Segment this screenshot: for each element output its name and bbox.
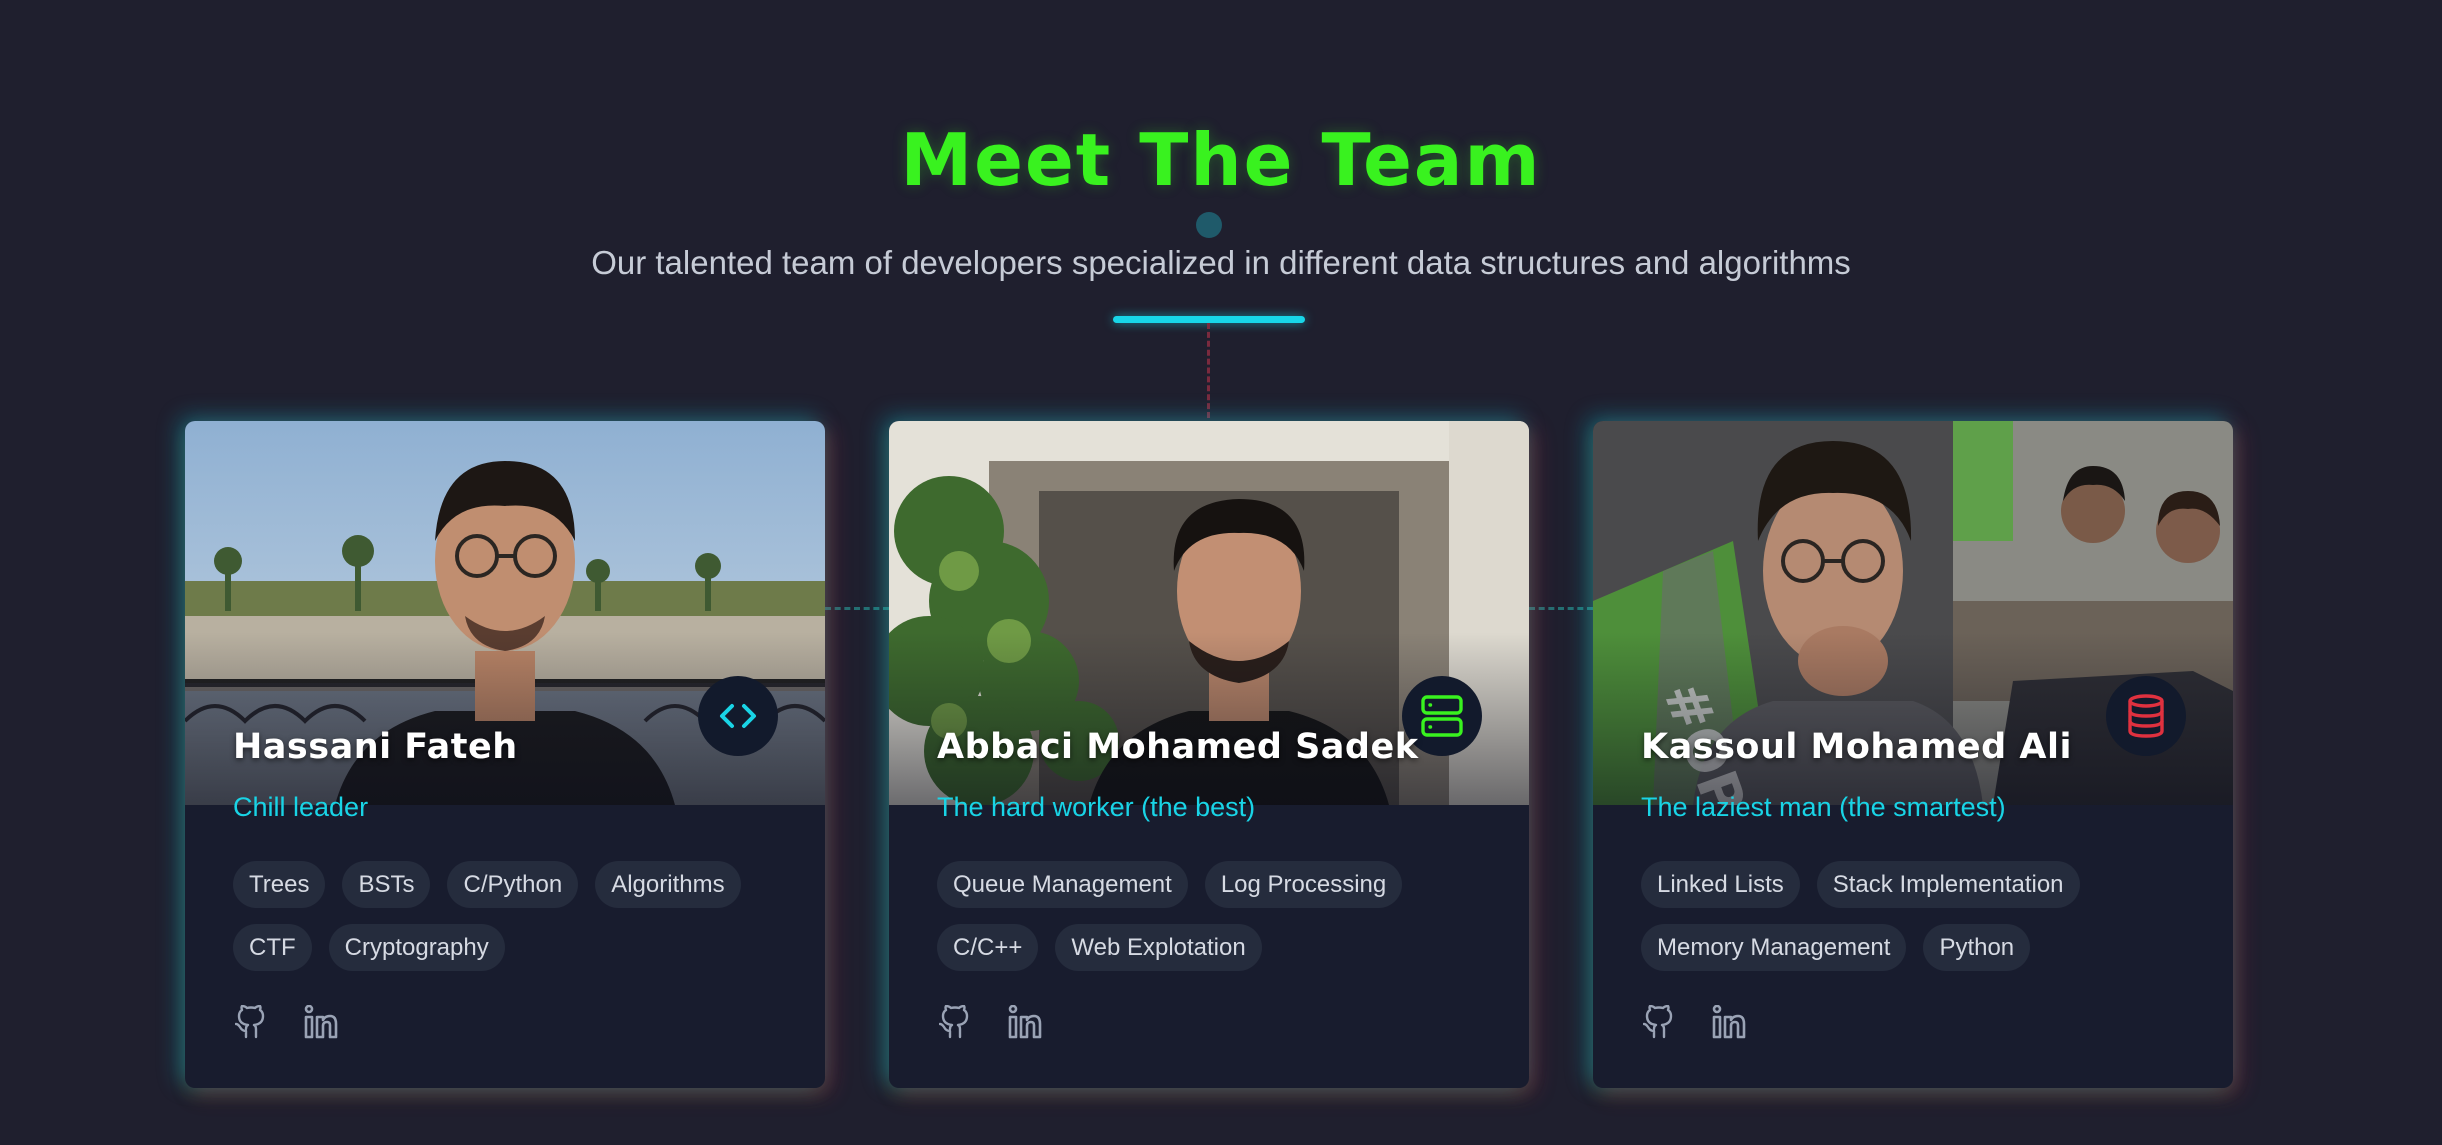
connector-line-right: [1529, 607, 1593, 610]
skill-tag: Memory Management: [1641, 924, 1907, 971]
skill-tag: Linked Lists: [1641, 861, 1800, 908]
member-photo: #OPEN Kassoul Mohamed Ali: [1593, 421, 2233, 805]
linkedin-icon: [1008, 1005, 1042, 1039]
member-photo: Abbaci Mohamed Sadek: [889, 421, 1529, 805]
decorative-dot: [1196, 212, 1222, 238]
linkedin-link[interactable]: [303, 1004, 339, 1040]
badge-database: [2106, 676, 2186, 756]
skill-tags: Linked Lists Stack Implementation Memory…: [1641, 861, 2201, 971]
github-icon: [1643, 1005, 1673, 1039]
skill-tags: Queue Management Log Processing C/C++ We…: [937, 861, 1497, 971]
team-section: Meet The Team Our talented team of devel…: [0, 0, 2442, 1145]
linkedin-icon: [304, 1005, 338, 1039]
skill-tags: Trees BSTs C/Python Algorithms CTF Crypt…: [233, 861, 793, 971]
team-card-abbaci: Abbaci Mohamed Sadek The hard worker (th…: [889, 421, 1529, 1088]
team-card-hassani: Hassani Fateh Chill leader Trees BSTs C/…: [185, 421, 825, 1088]
skill-tag: Stack Implementation: [1816, 861, 2080, 908]
member-photo: Hassani Fateh: [185, 421, 825, 805]
skill-tag: C/C++: [937, 924, 1039, 971]
github-icon: [235, 1005, 265, 1039]
skill-tag: Cryptography: [328, 924, 505, 971]
social-links: [937, 1004, 1043, 1040]
member-role: The hard worker (the best): [937, 792, 1256, 822]
page-subtitle: Our talented team of developers speciali…: [591, 244, 1851, 281]
skill-tag: C/Python: [447, 861, 579, 908]
code-icon: [720, 704, 756, 728]
skill-tag: BSTs: [342, 861, 431, 908]
database-icon: [2128, 694, 2164, 738]
skill-tag: Log Processing: [1204, 861, 1403, 908]
skill-tag: Trees: [233, 861, 326, 908]
title-underline: [1113, 316, 1305, 323]
member-name: Kassoul Mohamed Ali: [1641, 727, 2072, 767]
page-title: Meet The Team: [900, 118, 1542, 202]
linkedin-link[interactable]: [1007, 1004, 1043, 1040]
skill-tag: Queue Management: [937, 861, 1188, 908]
skill-tag: Web Explotation: [1055, 924, 1262, 971]
skill-tag: Algorithms: [595, 861, 741, 908]
linkedin-link[interactable]: [1711, 1004, 1747, 1040]
github-icon: [939, 1005, 969, 1039]
server-icon: [1421, 695, 1463, 737]
badge-code: [698, 676, 778, 756]
skill-tag: Python: [1923, 924, 2031, 971]
github-link[interactable]: [937, 1004, 973, 1040]
member-name: Abbaci Mohamed Sadek: [937, 727, 1419, 767]
linkedin-icon: [1712, 1005, 1746, 1039]
member-role: Chill leader: [233, 792, 369, 822]
github-link[interactable]: [1641, 1004, 1677, 1040]
team-card-kassoul: #OPEN Kassoul Mohamed Ali The laziest ma…: [1593, 421, 2233, 1088]
connector-line-left: [825, 607, 889, 610]
github-link[interactable]: [233, 1004, 269, 1040]
connector-line-vertical: [1207, 323, 1210, 418]
member-role: The laziest man (the smartest): [1641, 792, 2006, 822]
member-name: Hassani Fateh: [233, 727, 518, 767]
skill-tag: CTF: [233, 924, 312, 971]
social-links: [233, 1004, 339, 1040]
social-links: [1641, 1004, 1747, 1040]
